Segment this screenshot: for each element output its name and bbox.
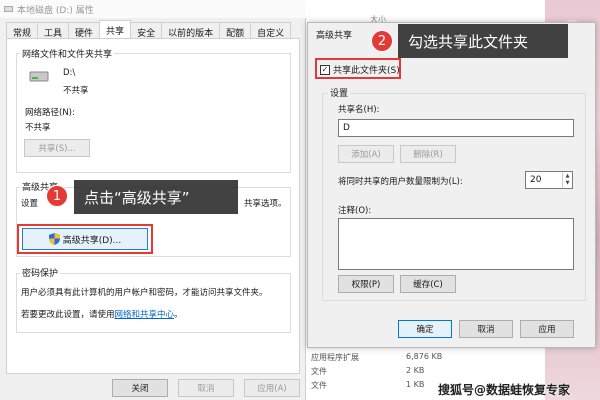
file-type: 文件	[311, 381, 327, 390]
dialog-cancel-button[interactable]: 取消	[459, 320, 513, 338]
add-share-button[interactable]: 添加(A)	[338, 145, 394, 163]
drive-icon	[29, 71, 49, 82]
file-row[interactable]: 文件 2 KB	[311, 366, 424, 377]
window-title: 本地磁盘 (D:) 属性	[17, 5, 94, 16]
advanced-desc-start: 设置	[21, 199, 39, 209]
down-arrow-icon[interactable]: ▼	[566, 180, 570, 187]
change-prefix: 若要更改此设置，请使用	[21, 310, 115, 320]
cancel-button[interactable]: 取消	[178, 379, 234, 397]
title-bar: 本地磁盘 (D:) 属性	[0, 0, 306, 18]
apply-button[interactable]: 应用(A)	[244, 379, 300, 397]
tab-general[interactable]: 常规	[6, 22, 39, 39]
network-path-label: 网络路径(N):	[25, 108, 75, 118]
caching-button[interactable]: 缓存(C)	[400, 275, 456, 293]
step1-badge: 1	[46, 185, 68, 207]
spinner-arrows[interactable]: ▲ ▼	[562, 172, 572, 188]
tab-strip: 常规 工具 硬件 共享 安全 以前的版本 配额 自定义	[6, 20, 292, 39]
comment-textarea[interactable]	[338, 218, 574, 270]
file-type: 文件	[311, 367, 327, 376]
permissions-button[interactable]: 权限(P)	[338, 275, 394, 293]
tab-quota[interactable]: 配额	[219, 22, 252, 39]
tab-sharing[interactable]: 共享	[99, 20, 132, 38]
dialog-title: 高级共享	[316, 31, 353, 41]
change-setting-text: 若要更改此设置，请使用网络和共享中心。	[21, 308, 183, 320]
watermark: 搜狐号@数据蛙恢复专家	[438, 383, 571, 397]
tab-security[interactable]: 安全	[130, 22, 163, 39]
user-limit-value: 20	[530, 175, 542, 185]
file-type: 应用程序扩展	[311, 353, 359, 362]
drive-icon	[4, 6, 13, 12]
remove-share-button[interactable]: 删除(R)	[400, 145, 456, 163]
close-button[interactable]: 关闭	[112, 379, 168, 397]
file-size: 2 KB	[406, 366, 425, 375]
tab-hardware[interactable]: 硬件	[68, 22, 101, 39]
password-protection-group	[16, 273, 291, 333]
tab-tools[interactable]: 工具	[37, 22, 70, 39]
settings-heading: 设置	[328, 86, 351, 99]
drive-share-state: 不共享	[63, 86, 89, 96]
user-limit-label: 将同时共享的用户数量限制为(L):	[338, 177, 463, 187]
step1-callout: 点击“高级共享”	[74, 180, 238, 214]
tab-previous-versions[interactable]: 以前的版本	[161, 22, 221, 39]
step2-callout: 勾选共享此文件夹	[398, 24, 568, 58]
change-suffix: 。	[174, 310, 183, 320]
drive-name: D:\	[63, 68, 76, 78]
ok-button[interactable]: 确定	[398, 320, 452, 338]
file-row[interactable]: 应用程序扩展 6,876 KB	[311, 352, 442, 363]
comment-label: 注释(O):	[338, 206, 372, 216]
step2-highlight-box	[315, 58, 401, 79]
up-arrow-icon[interactable]: ▲	[566, 173, 570, 180]
file-row[interactable]: 文件 1 KB	[311, 380, 424, 391]
step1-text: 点击“高级共享”	[84, 188, 190, 207]
share-name-label: 共享名(H):	[338, 105, 380, 115]
user-limit-spinner[interactable]: 20 ▲ ▼	[525, 171, 573, 189]
share-name-input[interactable]: D	[338, 119, 574, 137]
tab-customize[interactable]: 自定义	[250, 22, 292, 39]
step1-highlight-box	[17, 224, 153, 254]
step2-text: 勾选共享此文件夹	[408, 32, 529, 51]
file-size: 6,876 KB	[406, 352, 443, 361]
step2-badge: 2	[371, 30, 393, 52]
share-button[interactable]: 共享(S)...	[24, 139, 90, 157]
network-sharing-center-link[interactable]: 网络和共享中心	[115, 310, 175, 320]
password-desc: 用户必须具有此计算机的用户帐户和密码，才能访问共享文件夹。	[21, 288, 268, 298]
file-size: 1 KB	[406, 380, 425, 389]
advanced-desc-end: 共享选项。	[244, 199, 287, 209]
dialog-apply-button[interactable]: 应用	[520, 320, 574, 338]
network-share-heading: 网络文件和文件夹共享	[20, 47, 115, 60]
password-protection-heading: 密码保护	[20, 266, 61, 279]
network-path-value: 不共享	[25, 123, 51, 133]
